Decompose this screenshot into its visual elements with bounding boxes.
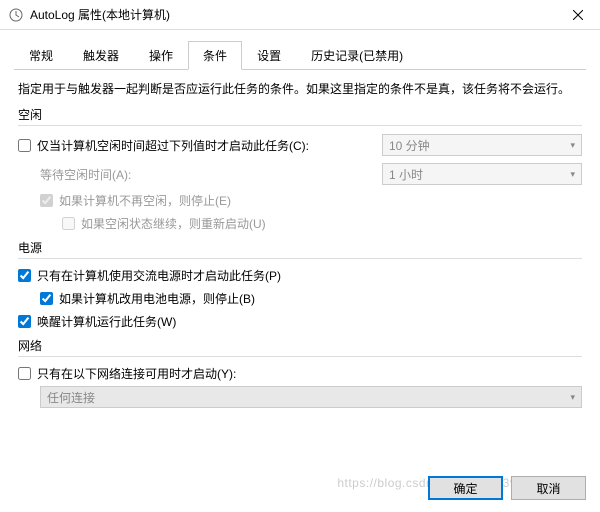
- tab-general[interactable]: 常规: [14, 41, 68, 70]
- ac-only-label: 只有在计算机使用交流电源时才启动此任务(P): [37, 267, 281, 284]
- idle-duration-dropdown[interactable]: 10 分钟 ▾: [382, 134, 582, 156]
- restart-idle-label: 如果空闲状态继续，则重新启动(U): [81, 215, 266, 232]
- window-title: AutoLog 属性(本地计算机): [30, 6, 556, 23]
- wait-idle-label: 等待空闲时间(A):: [40, 166, 131, 183]
- network-only-checkbox[interactable]: [18, 367, 31, 380]
- description-text: 指定用于与触发器一起判断是否应运行此任务的条件。如果这里指定的条件不是真，该任务…: [18, 80, 582, 98]
- tab-triggers[interactable]: 触发器: [68, 41, 134, 70]
- ac-only-checkbox[interactable]: [18, 269, 31, 282]
- cancel-button[interactable]: 取消: [511, 476, 586, 500]
- idle-duration-value: 10 分钟: [389, 137, 430, 154]
- stop-battery-label: 如果计算机改用电池电源，则停止(B): [59, 290, 255, 307]
- stop-not-idle-checkbox[interactable]: [40, 194, 53, 207]
- idle-section-label: 空闲: [18, 106, 582, 123]
- ok-button[interactable]: 确定: [428, 476, 503, 500]
- idle-start-label: 仅当计算机空闲时间超过下列值时才启动此任务(C):: [37, 137, 309, 154]
- network-only-label: 只有在以下网络连接可用时才启动(Y):: [37, 365, 236, 382]
- close-icon: [573, 10, 583, 20]
- network-connection-dropdown[interactable]: 任何连接 ▾: [40, 386, 582, 408]
- tab-settings[interactable]: 设置: [242, 41, 296, 70]
- dialog-footer: 确定 取消: [428, 476, 586, 500]
- divider: [18, 258, 582, 259]
- divider: [18, 356, 582, 357]
- wake-label: 唤醒计算机运行此任务(W): [37, 313, 176, 330]
- power-section-label: 电源: [18, 239, 582, 256]
- tab-bar: 常规 触发器 操作 条件 设置 历史记录(已禁用): [14, 40, 586, 70]
- network-section-label: 网络: [18, 337, 582, 354]
- tab-history[interactable]: 历史记录(已禁用): [296, 41, 418, 70]
- chevron-down-icon: ▾: [570, 169, 575, 180]
- tab-actions[interactable]: 操作: [134, 41, 188, 70]
- app-icon: [8, 7, 24, 23]
- stop-battery-checkbox[interactable]: [40, 292, 53, 305]
- close-button[interactable]: [556, 0, 600, 30]
- wait-duration-dropdown[interactable]: 1 小时 ▾: [382, 163, 582, 185]
- chevron-down-icon: ▾: [570, 140, 575, 151]
- wait-duration-value: 1 小时: [389, 166, 423, 183]
- stop-not-idle-label: 如果计算机不再空闲，则停止(E): [59, 192, 231, 209]
- network-connection-value: 任何连接: [47, 389, 95, 406]
- wake-checkbox[interactable]: [18, 315, 31, 328]
- tab-conditions[interactable]: 条件: [188, 41, 242, 70]
- titlebar: AutoLog 属性(本地计算机): [0, 0, 600, 30]
- restart-idle-checkbox[interactable]: [62, 217, 75, 230]
- chevron-down-icon: ▾: [570, 392, 575, 403]
- idle-start-checkbox[interactable]: [18, 139, 31, 152]
- divider: [18, 125, 582, 126]
